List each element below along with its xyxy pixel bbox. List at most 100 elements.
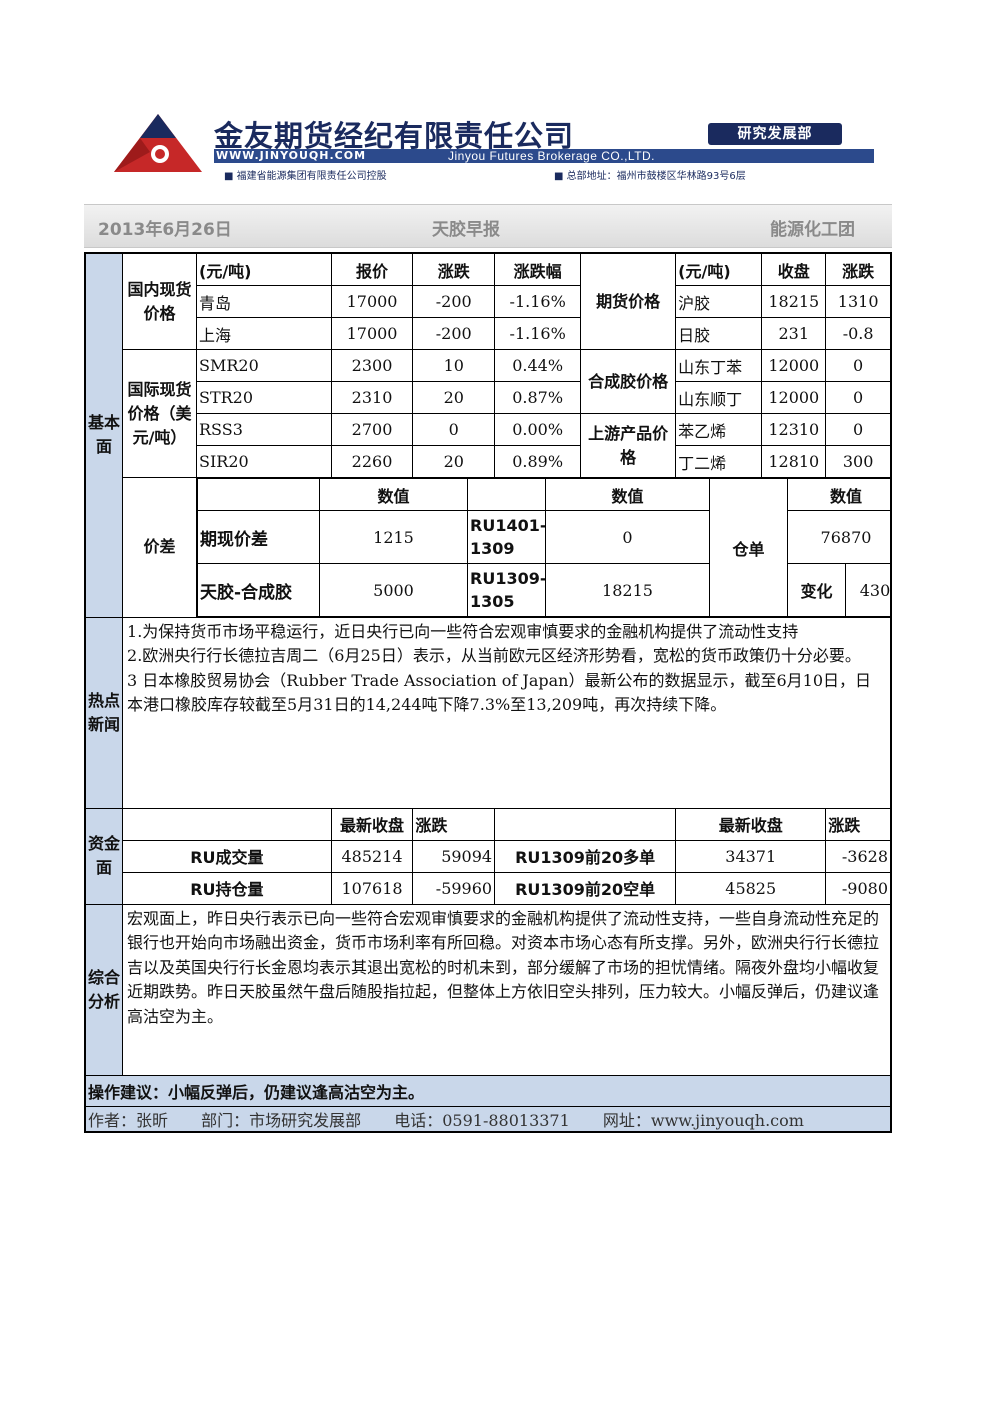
spread-block: 数值 数值 仓单 数值 期现价差 1215 RU1401-1309 0 7687…: [197, 478, 891, 617]
cell-pct: 0.89%: [494, 445, 582, 478]
fund-change: 59094: [412, 839, 496, 873]
cell-change: 0: [825, 349, 892, 382]
cell-name: SMR20: [196, 349, 332, 382]
fund-latest: 485214: [330, 839, 414, 873]
futures-price-label: 期货价格: [580, 252, 677, 350]
cell-close: 12810: [761, 445, 827, 478]
spread-table: 数值 数值 仓单 数值 期现价差 1215 RU1401-1309 0 7687…: [197, 478, 891, 617]
fund-name: RU持仓量: [122, 871, 332, 905]
cell-name: 日胶: [675, 317, 763, 350]
report-group: 能源化工团: [770, 220, 855, 240]
spread-value-header: 数值: [319, 478, 468, 511]
spread-value-header: 数值: [786, 478, 891, 511]
cell-pct: -1.16%: [494, 285, 582, 318]
cell-name: 沪胶: [675, 285, 763, 318]
spread-code: RU1401-1309: [467, 510, 546, 564]
spread-code-value: 18215: [545, 563, 710, 617]
fund-change: -59960: [412, 871, 496, 905]
holding-note: ■ 福建省能源集团有限责任公司控股: [224, 171, 387, 182]
col-price: 报价: [330, 252, 414, 286]
table-row: 综合分析 宏观面上，昨日央行表示已向一些符合宏观审慎要求的金融机构提供了流动性支…: [84, 903, 892, 1076]
synthetic-rubber-label: 合成胶价格: [580, 349, 677, 414]
fund-latest: 45825: [675, 871, 827, 905]
fund-name: RU成交量: [122, 839, 332, 873]
footer-site[interactable]: 网址：www.jinyouqh.com: [603, 1111, 804, 1130]
company-logo: [114, 114, 202, 172]
section-label-funds: 资金面: [84, 807, 124, 905]
cell-close: 231: [761, 317, 827, 350]
warehouse-change-label: 变化: [787, 563, 846, 617]
cell-price: 2300: [330, 349, 414, 382]
report-table: 基本面 国内现货价格 (元/吨) 报价 涨跌 涨跌幅 期货价格 (元/吨) 收盘…: [84, 252, 892, 1133]
cell-pct: 0.44%: [494, 349, 582, 382]
col-pct: 涨跌幅: [494, 252, 582, 286]
table-row: 期现价差 1215 RU1401-1309 0 76870: [197, 510, 891, 564]
table-row: RSS3 2700 0 0.00% 上游产品价格 苯乙烯 12310 0: [85, 413, 892, 478]
cell-close: 12310: [761, 413, 827, 446]
footer-author: 作者：张昕: [88, 1110, 169, 1130]
cell-name: STR20: [196, 381, 332, 414]
cell-name: 苯乙烯: [675, 413, 763, 446]
cell-close: 12000: [761, 381, 827, 414]
col-latest: 最新收盘: [675, 807, 827, 841]
warehouse-label: 仓单: [709, 478, 788, 617]
upstream-price-label: 上游产品价格: [580, 413, 677, 478]
spread-value: 1215: [319, 510, 468, 564]
cell-change: 300: [825, 445, 892, 478]
table-row: SIR20 2260 20 0.89% 丁二烯 12810 300: [85, 445, 892, 478]
cell-price: 2700: [330, 413, 414, 446]
warehouse-value: 76870: [786, 510, 891, 564]
cell-pct: 0.87%: [494, 381, 582, 414]
news-item: 2.欧洲央行行长德拉吉周二（6月25日）表示，从当前欧元区经济形势看，宽松的货币…: [127, 646, 861, 665]
cell-change: -200: [412, 317, 496, 350]
cell-name: 丁二烯: [675, 445, 763, 478]
col-change: 涨跌: [825, 807, 892, 841]
cell-name: SIR20: [196, 445, 332, 478]
news-item: 3 日本橡胶贸易协会（Rubber Trade Association of J…: [127, 670, 872, 715]
spread-label: 价差: [122, 477, 197, 618]
cell-change: 0: [825, 381, 892, 414]
col-unit: (元/吨): [196, 252, 332, 286]
footer-phone: 电话：0591-88013371: [394, 1110, 570, 1130]
news-item: 1.为保持货币市场平稳运行，近日央行已向一些符合宏观审慎要求的金融机构提供了流动…: [127, 621, 799, 641]
cell-price: 2260: [330, 445, 414, 478]
cell-change: -200: [412, 285, 496, 318]
section-label-news: 热点新闻: [84, 616, 124, 809]
report-footer: 作者：张昕 部门：市场研究发展部 电话：0591-88013371 网址：www…: [84, 1105, 892, 1132]
cell-name: 山东丁苯: [675, 349, 763, 382]
col-change: 涨跌: [412, 807, 496, 841]
table-row: 基本面 国内现货价格 (元/吨) 报价 涨跌 涨跌幅 期货价格 (元/吨) 收盘…: [84, 252, 892, 618]
table-row: 青岛 17000 -200 -1.16% 沪胶 18215 1310: [85, 285, 892, 318]
spread-value: 5000: [319, 563, 468, 617]
fund-change: -3628: [825, 839, 892, 873]
col-change: 涨跌: [825, 252, 892, 286]
cell-change: 0: [412, 413, 496, 446]
international-spot-label: 国际现货价格（美元/吨）: [122, 349, 197, 478]
analysis-text: 宏观面上，昨日央行表示已向一些符合宏观审慎要求的金融机构提供了流动性支持，一些自…: [122, 903, 892, 1076]
cell-change: 0: [825, 413, 892, 446]
table-row: 热点新闻 1.为保持货币市场平稳运行，近日央行已向一些符合宏观审慎要求的金融机构…: [84, 616, 892, 809]
cell-close: 12000: [761, 349, 827, 382]
table-row: RU成交量 485214 59094 RU1309前20多单 34371 -36…: [85, 839, 892, 873]
table-row: RU持仓量 107618 -59960 RU1309前20空单 45825 -9…: [85, 871, 892, 905]
table-row: 价差 数值 数值 仓单 数值 期现价差 1215 RU1401-1309 0 7…: [85, 477, 891, 618]
company-website[interactable]: WWW.JINYOUQH.COM: [216, 149, 366, 162]
cell-pct: -1.16%: [494, 317, 582, 350]
cell-name: RSS3: [196, 413, 332, 446]
spread-value-header: 数值: [545, 478, 710, 511]
news-list: 1.为保持货币市场平稳运行，近日央行已向一些符合宏观审慎要求的金融机构提供了流动…: [122, 616, 892, 809]
footer-dept: 部门：市场研究发展部: [201, 1110, 362, 1130]
fund-latest: 34371: [675, 839, 827, 873]
spread-code-value: 0: [545, 510, 710, 564]
fund-name: RU1309前20多单: [494, 839, 677, 873]
table-row: 资金面 最新收盘 涨跌 最新收盘 涨跌: [84, 807, 892, 905]
spread-name: 期现价差: [197, 510, 320, 564]
spread-name: 天胶-合成胶: [197, 563, 320, 617]
fund-latest: 107618: [330, 871, 414, 905]
cell-pct: 0.00%: [494, 413, 582, 446]
cell-close: 18215: [761, 285, 827, 318]
fund-name: RU1309前20空单: [494, 871, 677, 905]
spread-code: RU1309-1305: [467, 563, 546, 617]
table-row: 数值 数值 仓单 数值: [197, 478, 891, 617]
report-header: 金友期货经纪有限责任公司 WWW.JINYOUQH.COM Jinyou Fut…: [0, 0, 992, 200]
